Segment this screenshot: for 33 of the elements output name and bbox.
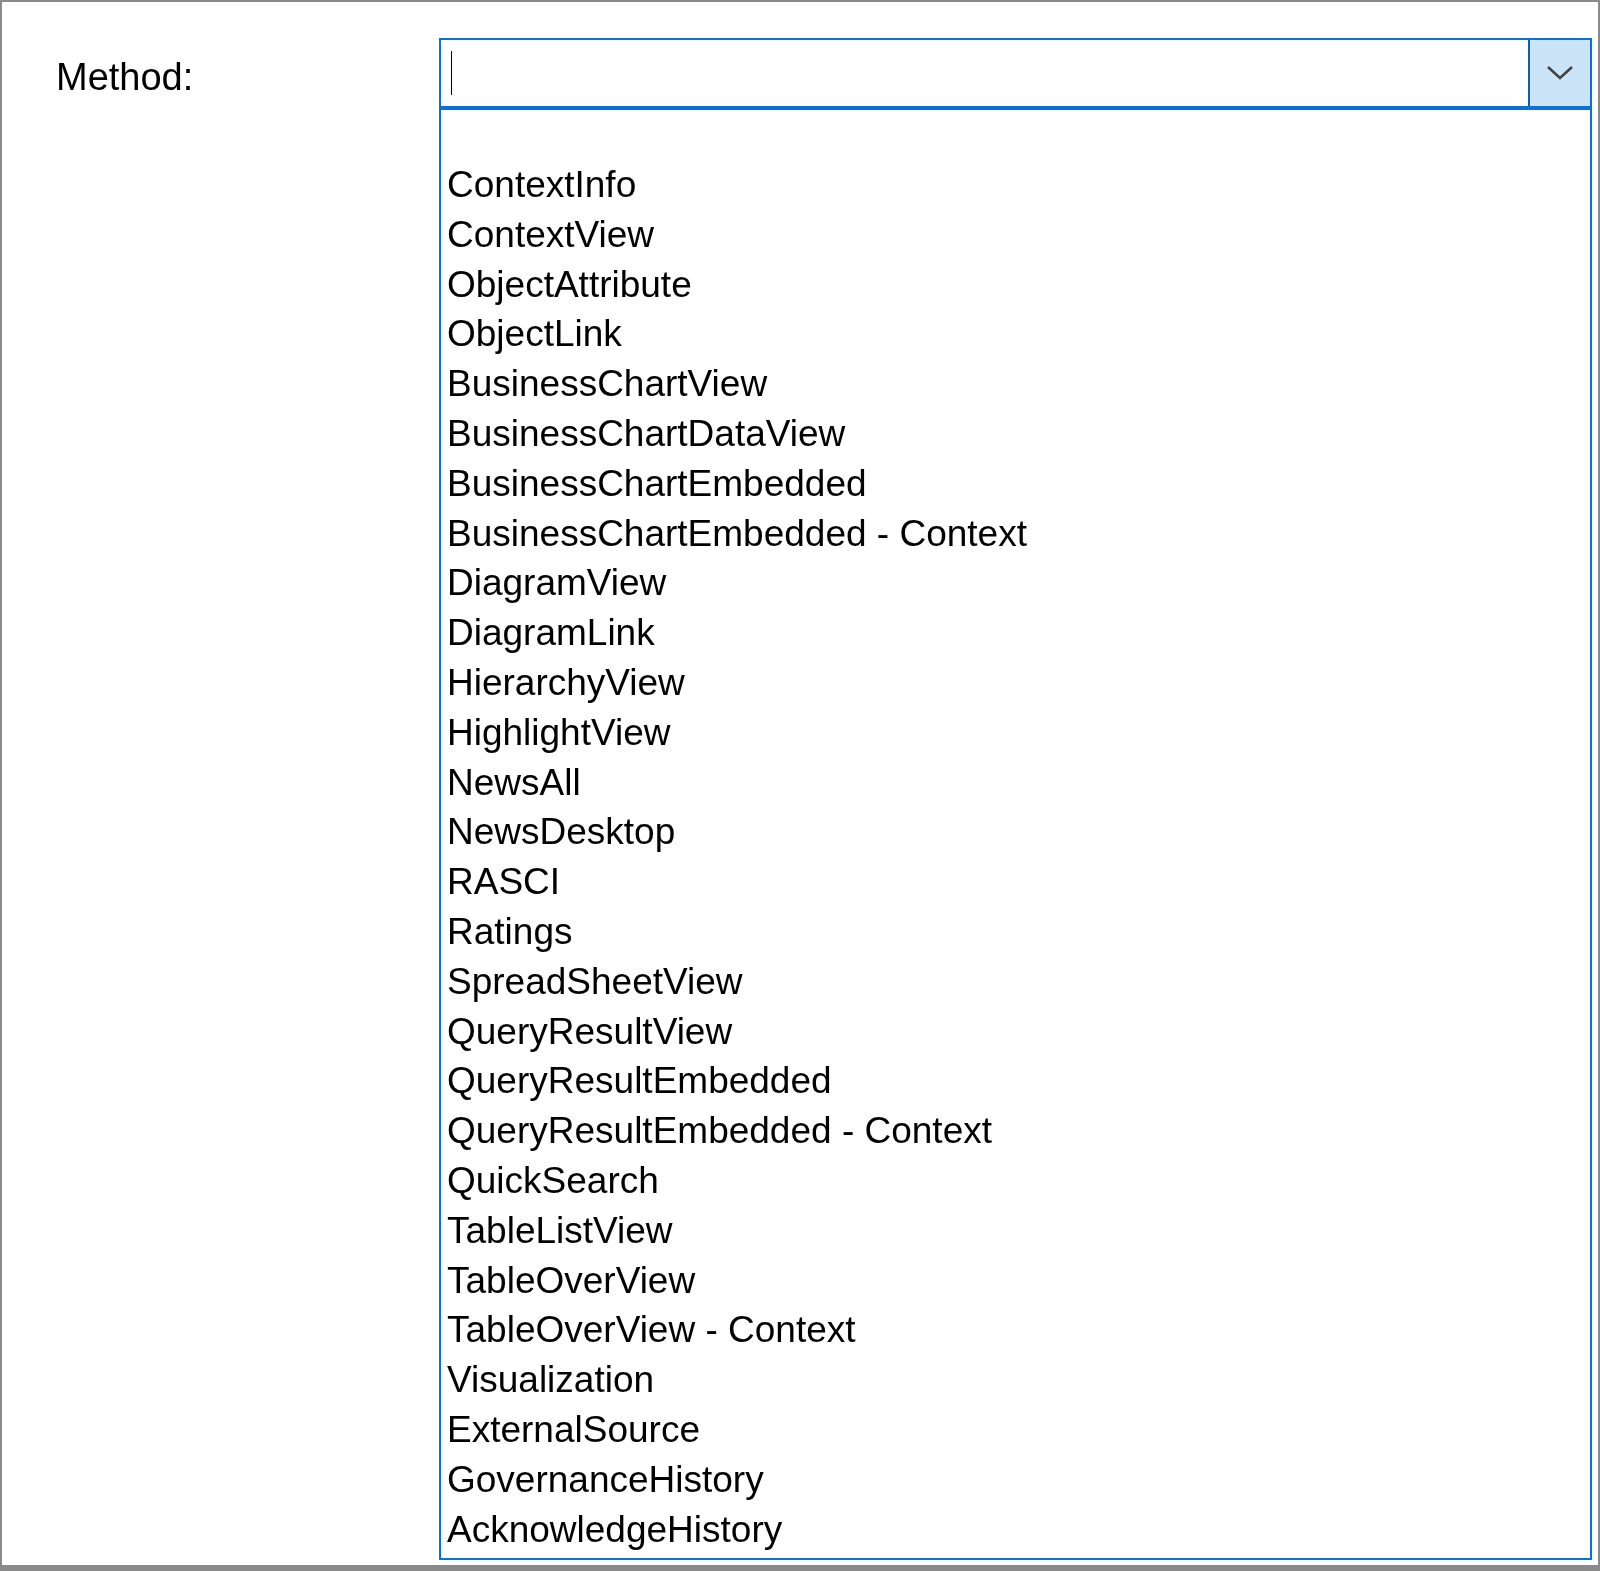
dropdown-option[interactable]: BusinessChartEmbedded	[441, 458, 1590, 509]
dropdown-option[interactable]: ObjectAttribute	[441, 259, 1590, 310]
dropdown-option[interactable]: DiagramView	[441, 558, 1590, 609]
dropdown-option[interactable]: TableOverView	[441, 1255, 1590, 1306]
dropdown-option[interactable]: Ratings	[441, 906, 1590, 957]
dropdown-option[interactable]: TableListView	[441, 1205, 1590, 1256]
dropdown-option[interactable]: QueryResultView	[441, 1006, 1590, 1057]
method-combo-box[interactable]	[439, 38, 1592, 110]
dropdown-option[interactable]: NewsDesktop	[441, 807, 1590, 858]
dropdown-option[interactable]: AcknowledgeHistory	[441, 1504, 1590, 1555]
chevron-down-icon	[1546, 65, 1574, 81]
dropdown-option[interactable]: ObjectLink	[441, 309, 1590, 360]
dropdown-option[interactable]: QuickSearch	[441, 1155, 1590, 1206]
dropdown-option[interactable]: NewsAll	[441, 757, 1590, 808]
dropdown-option[interactable]: BusinessChartDataView	[441, 409, 1590, 459]
dropdown-option[interactable]: TableOverView - Context	[441, 1305, 1590, 1356]
dropdown-option[interactable]: BusinessChartEmbedded - Context	[441, 508, 1590, 559]
dropdown-option[interactable]: QueryResultEmbedded	[441, 1056, 1590, 1107]
dropdown-option[interactable]: ExternalSource	[441, 1404, 1590, 1455]
dropdown-option[interactable]: RASCI	[441, 857, 1590, 907]
dropdown-button[interactable]	[1528, 40, 1590, 106]
method-label: Method:	[55, 55, 195, 99]
text-cursor	[451, 51, 452, 95]
dropdown-option[interactable]: BusinessChartView	[441, 359, 1590, 409]
dropdown-option[interactable]: SpreadSheetView	[441, 956, 1590, 1007]
dropdown-option[interactable]: QueryResultEmbedded - Context	[441, 1106, 1590, 1156]
dropdown-option[interactable]: HierarchyView	[441, 657, 1590, 708]
dropdown-option[interactable]: ContextInfo	[441, 160, 1590, 210]
dropdown-option[interactable]: Visualization	[441, 1355, 1590, 1405]
dropdown-option[interactable]: DiagramLink	[441, 608, 1590, 658]
dropdown-option[interactable]: HighlightView	[441, 707, 1590, 758]
dropdown-option[interactable]: ContextView	[441, 209, 1590, 260]
dropdown-option[interactable]: GovernanceHistory	[441, 1454, 1590, 1505]
